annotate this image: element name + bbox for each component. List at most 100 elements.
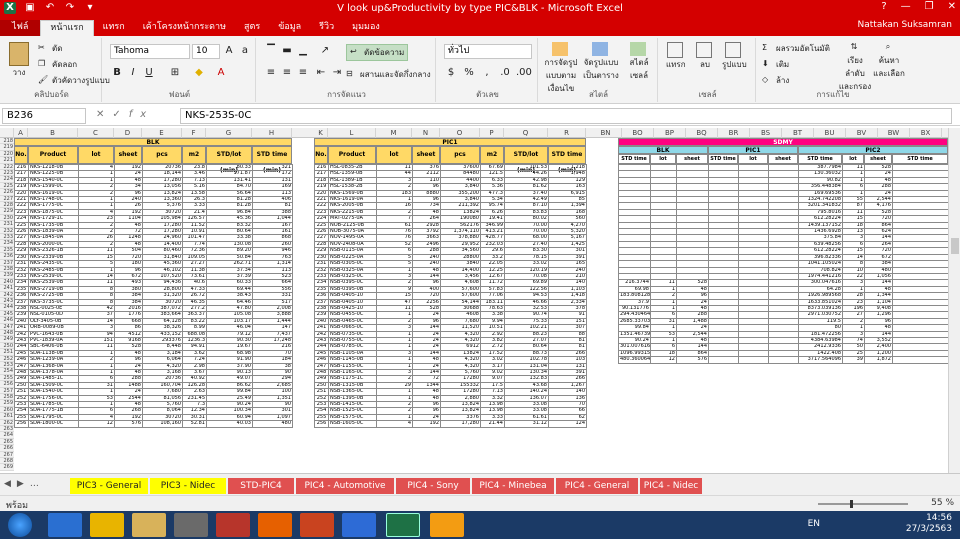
column-header[interactable]: R — [548, 128, 586, 138]
align-left-icon[interactable]: ≡ — [264, 66, 278, 80]
sheet-tab[interactable]: PIC3 - Nidec — [150, 478, 226, 494]
cell[interactable]: NSB-1605-0C — [328, 420, 377, 428]
minimize-button[interactable]: — — [901, 1, 911, 12]
cell[interactable]: 124 — [548, 420, 587, 428]
cell[interactable]: 21.44 — [480, 420, 505, 428]
user-name[interactable]: Nattakan Suksamran — [858, 20, 952, 30]
cell-styles-button[interactable]: สไตล์เซลล์ — [622, 42, 656, 82]
tab-insert[interactable]: แทรก — [94, 20, 134, 36]
pic-table[interactable]: 216 HSL-0835-2B 11 376 37600 67.69 101.53 1,218… — [314, 163, 587, 428]
column-header[interactable]: BX — [910, 128, 942, 138]
column-header[interactable]: BV — [846, 128, 878, 138]
comma-icon[interactable]: , — [480, 66, 494, 80]
format-cells-button[interactable]: รูปแบบ — [722, 42, 747, 71]
column-header[interactable]: F — [182, 128, 206, 138]
firefox-icon[interactable] — [258, 513, 292, 537]
borders-icon[interactable]: ⊞ — [168, 66, 182, 80]
column-header[interactable]: L — [328, 128, 376, 138]
italic-button[interactable]: I — [126, 66, 140, 80]
cell[interactable] — [738, 356, 769, 364]
align-center-icon[interactable]: ≡ — [280, 66, 294, 80]
orientation-icon[interactable]: ↗ — [318, 44, 332, 58]
align-middle-icon[interactable]: ▬ — [280, 44, 294, 58]
align-top-icon[interactable]: ▔ — [264, 44, 278, 58]
copy-button[interactable]: ❐ คัดลอก — [38, 58, 77, 71]
tab-page-layout[interactable]: เค้าโครงหน้ากระดาษ — [134, 20, 235, 36]
cell[interactable]: 576 — [114, 420, 143, 428]
fill-color-icon[interactable]: ◆ — [192, 66, 206, 80]
excel-taskbar-icon[interactable] — [386, 513, 420, 537]
column-header[interactable]: H — [252, 128, 292, 138]
currency-icon[interactable]: $ — [444, 66, 458, 80]
vertical-scrollbar[interactable] — [948, 128, 960, 473]
tab-view[interactable]: มุมมอง — [343, 20, 389, 36]
align-bottom-icon[interactable]: ▁ — [296, 44, 310, 58]
cell[interactable]: 40.03 — [206, 420, 253, 428]
cut-button[interactable]: ✂ ตัด — [38, 42, 62, 55]
column-header[interactable]: O — [440, 128, 480, 138]
tab-file[interactable]: ไฟล์ — [0, 20, 41, 36]
cell[interactable]: 17,280 — [440, 420, 481, 428]
powerpoint-icon[interactable] — [300, 513, 334, 537]
sheet-tab[interactable]: PIC4 - Automotive — [296, 478, 394, 494]
zoom-level[interactable]: 55 % — [931, 498, 954, 508]
insert-cells-button[interactable]: แทรก — [666, 42, 686, 71]
cell[interactable]: 1,872 — [864, 356, 893, 364]
corner-cell[interactable] — [0, 128, 14, 138]
formula-input[interactable]: NKS-253S-0C — [180, 108, 952, 124]
font-name-combo[interactable]: Tahoma — [110, 44, 190, 59]
column-header[interactable]: C — [78, 128, 114, 138]
column-header[interactable]: BU — [814, 128, 846, 138]
shrink-font-icon[interactable]: a — [238, 44, 252, 58]
cell[interactable]: 294.430464 — [618, 311, 651, 319]
number-format-combo[interactable]: ทั่วไป — [444, 44, 532, 59]
row-header[interactable]: 269 — [0, 464, 14, 471]
column-header[interactable]: BN — [590, 128, 622, 138]
column-header[interactable]: BQ — [686, 128, 718, 138]
fill-button[interactable]: ⬇ เติม — [762, 58, 789, 71]
font-color-icon[interactable]: A — [214, 66, 228, 80]
formula-buttons[interactable]: ✕✓fx — [96, 109, 154, 120]
language-indicator[interactable]: EN — [808, 519, 820, 529]
column-header[interactable]: K — [314, 128, 328, 138]
merge-center-button[interactable]: ⊟ ผสานและจัดกึ่งกลาง — [346, 68, 431, 81]
font-size-combo[interactable]: 10 — [192, 44, 220, 59]
cell[interactable]: 256 — [314, 420, 329, 428]
cell[interactable]: 576 — [676, 356, 709, 364]
clear-button[interactable]: ◇ ล้าง — [762, 74, 789, 87]
cell[interactable]: 31.12 — [504, 420, 549, 428]
sheet-nav-arrows[interactable]: ◀▶… — [4, 479, 45, 489]
start-button[interactable] — [8, 513, 32, 537]
close-button[interactable]: ✕ — [948, 1, 956, 12]
cell[interactable]: 2685.337036 — [618, 317, 651, 326]
sheet-tab[interactable]: PIC4 - Sony — [396, 478, 470, 494]
tab-review[interactable]: รีวิว — [310, 20, 343, 36]
cell[interactable]: 3717.564096 — [798, 356, 843, 364]
wrap-text-button[interactable]: ↩ ตัดข้อความ — [346, 44, 409, 61]
explorer-icon[interactable] — [132, 513, 166, 537]
format-table-button[interactable]: จัดรูปแบบเป็นตาราง — [582, 42, 620, 82]
tab-home[interactable]: หน้าแรก — [40, 20, 94, 36]
column-header[interactable]: M — [376, 128, 412, 138]
scroll-thumb[interactable] — [951, 238, 959, 254]
column-header[interactable]: BO — [622, 128, 654, 138]
word-icon[interactable] — [342, 513, 376, 537]
decrease-decimal-icon[interactable]: .00 — [516, 66, 532, 80]
column-header[interactable]: BW — [878, 128, 910, 138]
cell[interactable] — [892, 356, 948, 364]
name-box[interactable]: B236 — [2, 108, 86, 124]
increase-indent-icon[interactable]: ⇥ — [330, 66, 344, 80]
column-header[interactable]: BT — [782, 128, 814, 138]
sheet-tab[interactable]: PIC4 - Minebea — [472, 478, 554, 494]
zoom-slider[interactable] — [818, 500, 908, 508]
underline-button[interactable]: U — [142, 66, 156, 80]
maximize-button[interactable]: ❐ — [925, 1, 934, 12]
cell[interactable]: 480.360064 — [618, 356, 651, 364]
clock[interactable]: 14:56 27/3/2563 — [906, 513, 952, 535]
ie-icon[interactable] — [48, 513, 82, 537]
blk-table[interactable]: 216 NKS-1218-0B 4 192 20736 23.8 80.33 321 217 NK… — [14, 163, 293, 428]
decrease-indent-icon[interactable]: ⇤ — [314, 66, 328, 80]
cell[interactable]: 192 — [412, 420, 441, 428]
settings-icon[interactable] — [430, 513, 464, 537]
sheet-tab[interactable]: PIC4 - General — [556, 478, 638, 494]
